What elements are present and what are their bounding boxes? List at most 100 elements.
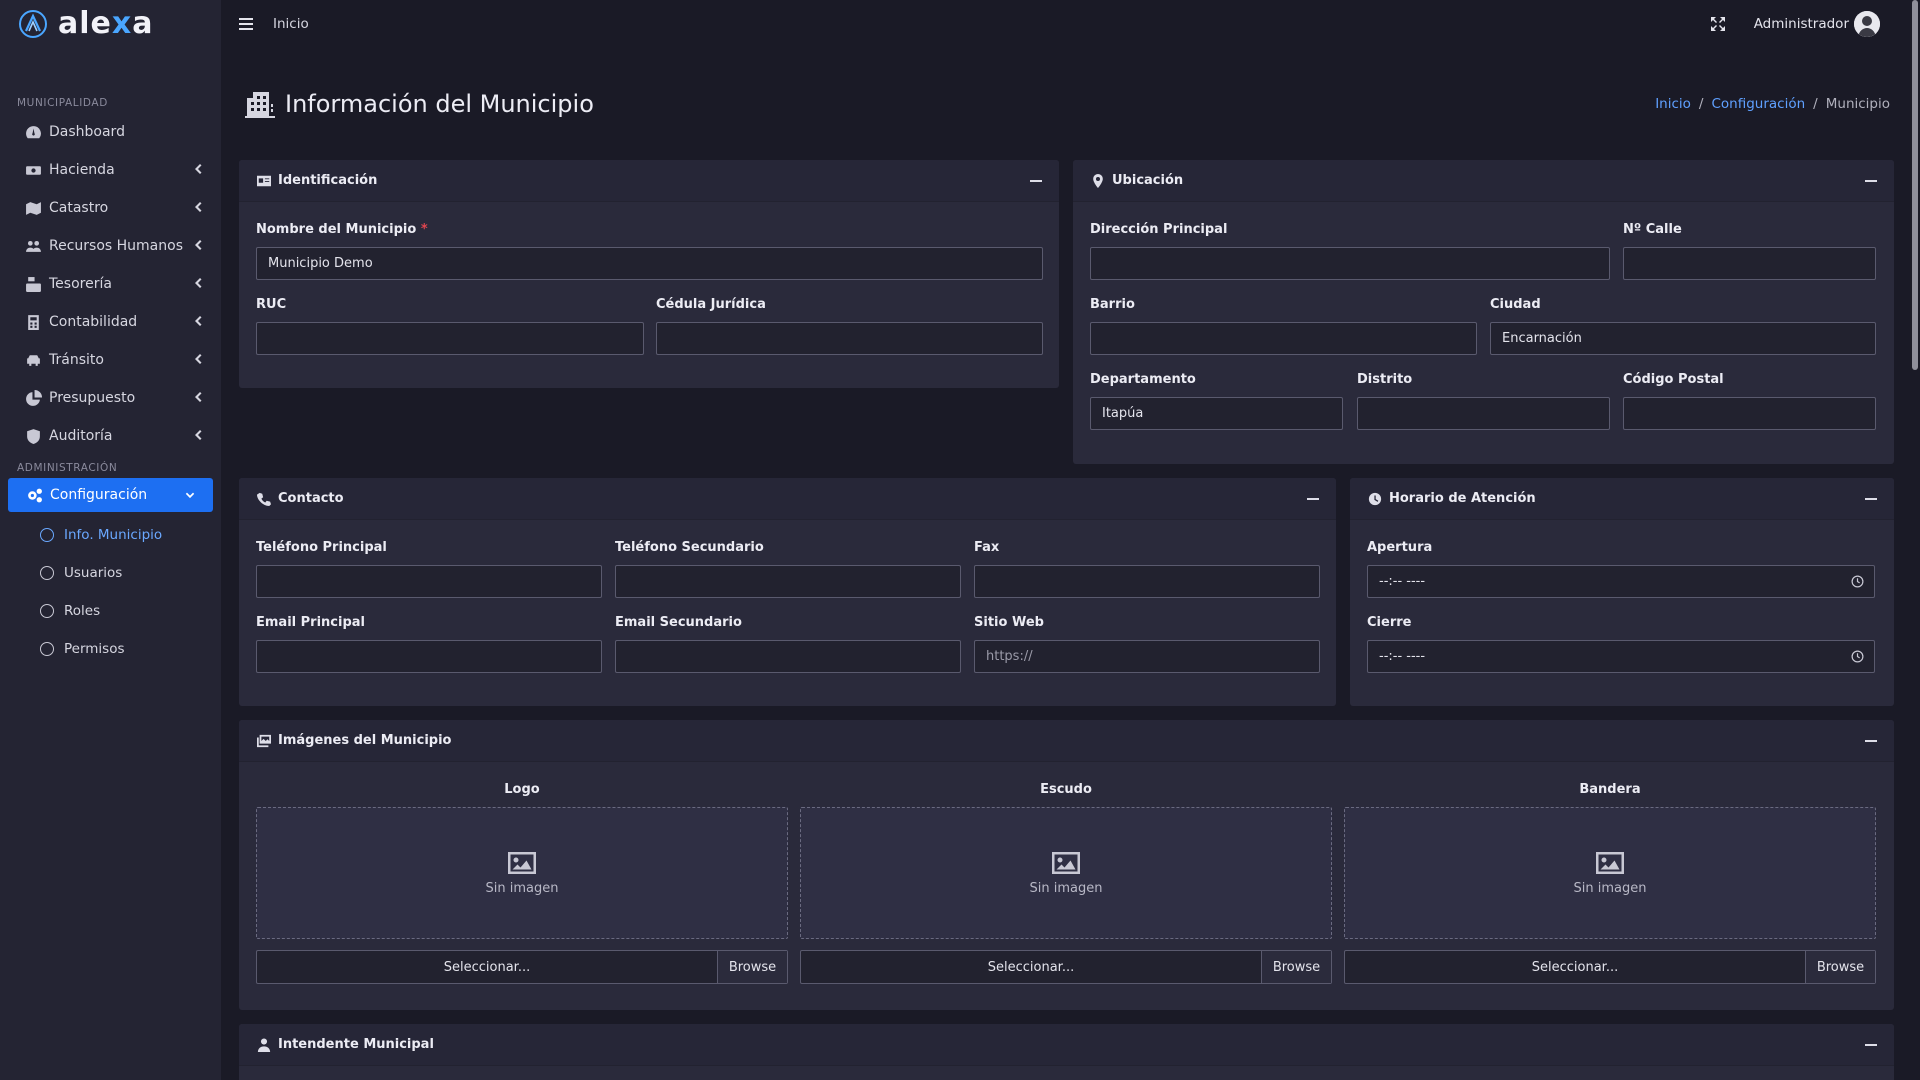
browse-button[interactable]: Browse: [1805, 951, 1875, 983]
direccion-input[interactable]: [1090, 247, 1610, 280]
sidebar-subitem-usuarios[interactable]: Usuarios: [0, 554, 221, 592]
sidebar-subitem-info-municipio[interactable]: Info. Municipio: [0, 516, 221, 554]
collapse-icon[interactable]: [1865, 739, 1877, 742]
web-input[interactable]: https://: [974, 640, 1320, 673]
brand-name: alexa: [58, 6, 154, 41]
chevron-left-icon: [193, 239, 203, 253]
file-select-label[interactable]: Seleccionar...: [257, 951, 717, 983]
card-imagenes: Imágenes del Municipio Logo Sin imagen S…: [239, 720, 1894, 1010]
sidebar-item-label: Tesorería: [49, 276, 112, 292]
collapse-icon[interactable]: [1865, 1043, 1877, 1046]
clock-icon[interactable]: [1851, 575, 1864, 588]
clock-icon: [1367, 492, 1383, 506]
cierre-value: --:-- ----: [1379, 649, 1426, 664]
chevron-left-icon: [193, 163, 203, 177]
breadcrumb-inicio[interactable]: Inicio: [1655, 96, 1691, 112]
barrio-input[interactable]: [1090, 322, 1477, 355]
collapse-icon[interactable]: [1865, 179, 1877, 182]
departamento-input[interactable]: Itapúa: [1090, 397, 1343, 430]
brand-logo-icon: [19, 10, 47, 38]
card-header: Contacto: [239, 478, 1336, 520]
tachometer-icon: [22, 123, 44, 141]
bandera-file-input[interactable]: Seleccionar... Browse: [1344, 950, 1876, 984]
nombre-input[interactable]: Municipio Demo: [256, 247, 1043, 280]
calle-input[interactable]: [1623, 247, 1876, 280]
sidebar-item-hacienda[interactable]: Hacienda: [0, 151, 221, 189]
breadcrumb-configuracion[interactable]: Configuración: [1711, 96, 1805, 112]
tel1-input[interactable]: [256, 565, 602, 598]
sidebar: alexa MUNICIPALIDAD Dashboard Hacienda C…: [0, 0, 221, 1080]
sidebar-subitem-label: Info. Municipio: [64, 527, 163, 543]
email2-input[interactable]: [615, 640, 961, 673]
sidebar-item-transito[interactable]: Tránsito: [0, 341, 221, 379]
collapse-icon[interactable]: [1307, 497, 1319, 500]
escudo-file-input[interactable]: Seleccionar... Browse: [800, 950, 1332, 984]
postal-input[interactable]: [1623, 397, 1876, 430]
collapse-icon[interactable]: [1030, 179, 1042, 182]
escudo-preview: Sin imagen: [800, 807, 1332, 939]
sidebar-subitem-label: Roles: [64, 603, 101, 619]
sidebar-item-contabilidad[interactable]: Contabilidad: [0, 303, 221, 341]
apertura-value: --:-- ----: [1379, 574, 1426, 589]
scrollbar[interactable]: [1910, 0, 1920, 1080]
ciudad-label: Ciudad: [1490, 297, 1541, 312]
email1-input[interactable]: [256, 640, 602, 673]
tel2-label: Teléfono Secundario: [615, 540, 764, 555]
breadcrumb-separator: /: [1698, 96, 1704, 112]
tel2-input[interactable]: [615, 565, 961, 598]
distrito-input[interactable]: [1357, 397, 1610, 430]
sidebar-item-configuracion[interactable]: Configuración: [8, 478, 213, 512]
user-name[interactable]: Administrador: [1754, 16, 1849, 32]
chevron-left-icon: [193, 391, 203, 405]
escudo-title: Escudo: [1040, 782, 1092, 797]
scrollbar-thumb[interactable]: [1912, 0, 1918, 370]
fullscreen-icon[interactable]: [1710, 16, 1726, 32]
file-select-label[interactable]: Seleccionar...: [801, 951, 1261, 983]
browse-button[interactable]: Browse: [1261, 951, 1331, 983]
card-contacto: Contacto Teléfono Principal Teléfono Sec…: [239, 478, 1336, 706]
sidebar-item-catastro[interactable]: Catastro: [0, 189, 221, 227]
clock-icon[interactable]: [1851, 650, 1864, 663]
cierre-input[interactable]: --:-- ----: [1367, 640, 1875, 673]
breadcrumb: Inicio / Configuración / Municipio: [1655, 96, 1890, 112]
nombre-label: Nombre del Municipio *: [256, 222, 428, 237]
sidebar-item-recursos-humanos[interactable]: Recursos Humanos: [0, 227, 221, 265]
nav-section-administracion: ADMINISTRACIÓN: [17, 462, 118, 474]
nav-section-municipalidad: MUNICIPALIDAD: [17, 97, 108, 109]
sidebar-subitem-permisos[interactable]: Permisos: [0, 630, 221, 668]
sidebar-subitem-roles[interactable]: Roles: [0, 592, 221, 630]
hamburger-menu-icon[interactable]: [239, 18, 253, 30]
brand[interactable]: alexa: [0, 0, 221, 48]
bandera-title: Bandera: [1579, 782, 1641, 797]
building-icon: [245, 92, 275, 118]
apertura-label: Apertura: [1367, 540, 1433, 555]
sidebar-item-label: Configuración: [50, 487, 148, 503]
browse-button[interactable]: Browse: [717, 951, 787, 983]
chevron-down-icon: [185, 490, 195, 504]
main-content: Información del Municipio Inicio / Confi…: [221, 48, 1910, 1080]
apertura-input[interactable]: --:-- ----: [1367, 565, 1875, 598]
sidebar-item-presupuesto[interactable]: Presupuesto: [0, 379, 221, 417]
ciudad-input[interactable]: Encarnación: [1490, 322, 1876, 355]
file-select-label[interactable]: Seleccionar...: [1345, 951, 1805, 983]
logo-file-input[interactable]: Seleccionar... Browse: [256, 950, 788, 984]
barrio-label: Barrio: [1090, 297, 1135, 312]
topbar-home-link[interactable]: Inicio: [273, 16, 309, 32]
user-tie-icon: [256, 1037, 272, 1052]
sidebar-item-auditoria[interactable]: Auditoría: [0, 417, 221, 455]
circle-icon: [40, 642, 54, 656]
calculator-icon: [22, 313, 44, 331]
cedula-label: Cédula Jurídica: [656, 297, 766, 312]
page-title: Información del Municipio: [245, 90, 594, 118]
image-icon: [1052, 851, 1080, 874]
sidebar-item-tesoreria[interactable]: Tesorería: [0, 265, 221, 303]
avatar[interactable]: [1854, 11, 1880, 37]
collapse-icon[interactable]: [1865, 497, 1877, 500]
card-header: Intendente Municipal: [239, 1024, 1894, 1066]
fax-input[interactable]: [974, 565, 1320, 598]
card-title: Intendente Municipal: [278, 1037, 434, 1052]
id-card-icon: [256, 174, 272, 188]
cedula-input[interactable]: [656, 322, 1043, 355]
ruc-input[interactable]: [256, 322, 644, 355]
sidebar-item-dashboard[interactable]: Dashboard: [0, 113, 221, 151]
